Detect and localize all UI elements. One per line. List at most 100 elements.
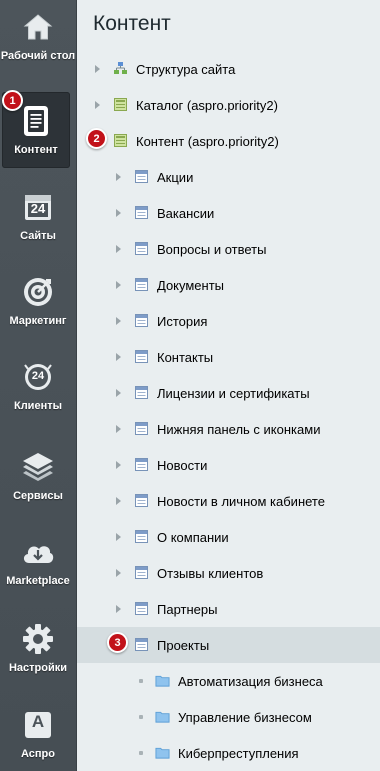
- expand-arrow-icon[interactable]: [116, 425, 121, 433]
- folder-icon: [155, 709, 171, 724]
- tree-item-label: Акции: [157, 170, 194, 185]
- tree-item[interactable]: Документы: [77, 267, 380, 303]
- document-icon: [19, 104, 53, 138]
- folder-icon: [155, 673, 171, 688]
- expand-arrow-icon[interactable]: [116, 281, 121, 289]
- expand-arrow-icon[interactable]: [116, 245, 121, 253]
- calendar-24-icon: 24: [21, 190, 55, 224]
- tree-item[interactable]: Вопросы и ответы: [77, 231, 380, 267]
- tree-item-section[interactable]: Автоматизация бизнеса: [77, 663, 380, 699]
- tree-item[interactable]: Каталог (aspro.priority2): [77, 87, 380, 123]
- tree-item[interactable]: Вакансии: [77, 195, 380, 231]
- gear-icon: [21, 622, 55, 656]
- tree-item-label: Контент (aspro.priority2): [136, 134, 279, 149]
- tree-item[interactable]: Новости в личном кабинете: [77, 483, 380, 519]
- tree-bullet: [139, 715, 143, 719]
- sidebar-item-marketing[interactable]: Маркетинг: [0, 275, 76, 328]
- infoblock-icon: [134, 313, 150, 328]
- expand-arrow-icon[interactable]: [116, 209, 121, 217]
- tree-item[interactable]: Контакты: [77, 339, 380, 375]
- expand-arrow-icon[interactable]: [116, 173, 121, 181]
- tree-item-label: Партнеры: [157, 602, 218, 617]
- target-icon: [21, 275, 55, 309]
- clients-day-text: 24: [31, 370, 45, 382]
- tree-item[interactable]: Нижняя панель с иконками: [77, 411, 380, 447]
- infoblock-icon: [134, 349, 150, 364]
- infoblock-icon: [134, 277, 150, 292]
- tree-item[interactable]: Акции: [77, 159, 380, 195]
- infoblock-icon: [134, 421, 150, 436]
- aspro-letter: A: [31, 712, 45, 731]
- sidebar-item-services[interactable]: Сервисы: [0, 450, 76, 503]
- tree-item-label: Новости в личном кабинете: [157, 494, 325, 509]
- sidebar-item-label: Контент: [14, 144, 58, 156]
- sidebar-item-label: Клиенты: [13, 400, 62, 412]
- tree-item[interactable]: Новости: [77, 447, 380, 483]
- infoblock-icon: [134, 457, 150, 472]
- tree-item[interactable]: О компании: [77, 519, 380, 555]
- content-panel: Контент Структура сайта Каталог (aspro.pr…: [77, 0, 380, 771]
- infoblock-icon: [134, 493, 150, 508]
- page-title: Контент: [93, 12, 171, 35]
- sidebar-item-marketplace[interactable]: Marketplace: [0, 535, 76, 588]
- layers-icon: [21, 450, 55, 484]
- infoblock-icon: [134, 205, 150, 220]
- sidebar-item-clients[interactable]: 24 Клиенты: [0, 360, 76, 413]
- expand-arrow-icon[interactable]: [95, 101, 100, 109]
- infoblock-icon: [134, 529, 150, 544]
- expand-arrow-icon[interactable]: [116, 605, 121, 613]
- tree-item-label: Лицензии и сертификаты: [157, 386, 310, 401]
- expand-arrow-icon[interactable]: [116, 533, 121, 541]
- tree-item[interactable]: История: [77, 303, 380, 339]
- tree-item[interactable]: Партнеры: [77, 591, 380, 627]
- clients-24-icon: 24: [21, 360, 55, 394]
- tree-item[interactable]: Лицензии и сертификаты: [77, 375, 380, 411]
- tree-bullet: [139, 679, 143, 683]
- tree-item-label: Каталог (aspro.priority2): [136, 98, 278, 113]
- callout-badge-2: 2: [86, 128, 107, 149]
- tree-item-label: Проекты: [157, 638, 210, 653]
- sidebar-item-sites[interactable]: 24 Сайты: [0, 190, 76, 243]
- sidebar-item-aspro[interactable]: A Аспро: [0, 708, 76, 761]
- infoblock-icon: [113, 97, 129, 112]
- tree-item-label: Документы: [157, 278, 225, 293]
- tree-item-section[interactable]: Киберпреступления: [77, 735, 380, 771]
- tree-item-label: Вакансии: [157, 206, 215, 221]
- expand-arrow-icon[interactable]: [116, 317, 121, 325]
- infoblock-icon: [134, 637, 150, 652]
- sidebar-item-settings[interactable]: Настройки: [0, 622, 76, 675]
- sidebar-item-desktop[interactable]: Рабочий стол: [0, 10, 76, 63]
- expand-arrow-icon[interactable]: [116, 497, 121, 505]
- infoblock-icon: [134, 385, 150, 400]
- tree-bullet: [139, 751, 143, 755]
- folder-icon: [155, 745, 171, 760]
- sidebar-item-label: Аспро: [21, 748, 55, 760]
- tree-item-section[interactable]: Управление бизнесом: [77, 699, 380, 735]
- expand-arrow-icon[interactable]: [116, 569, 121, 577]
- site-structure-icon: [113, 61, 129, 76]
- calendar-day-text: 24: [30, 201, 46, 216]
- sidebar-item-label: Marketplace: [6, 575, 70, 587]
- tree-item-label: Отзывы клиентов: [157, 566, 264, 581]
- tree-item[interactable]: Отзывы клиентов: [77, 555, 380, 591]
- sidebar-item-label: Настройки: [8, 662, 68, 674]
- callout-badge-1: 1: [2, 90, 23, 111]
- tree-item-label: Новости: [157, 458, 208, 473]
- expand-arrow-icon[interactable]: [95, 65, 100, 73]
- sidebar-item-label: Сайты: [20, 230, 56, 242]
- sidebar-item-label: Сервисы: [13, 490, 63, 502]
- tree-item-label: Киберпреступления: [178, 746, 299, 761]
- sidebar-item-label: Рабочий стол: [0, 50, 76, 62]
- tree-item[interactable]: Контент (aspro.priority2): [77, 123, 380, 159]
- infoblock-icon: [134, 565, 150, 580]
- expand-arrow-icon[interactable]: [116, 389, 121, 397]
- sidebar-item-label: Маркетинг: [9, 315, 67, 327]
- tree-item-label: О компании: [157, 530, 229, 545]
- aspro-a-icon: A: [21, 708, 55, 742]
- expand-arrow-icon[interactable]: [116, 353, 121, 361]
- tree-item[interactable]: Структура сайта: [77, 51, 380, 87]
- tree-item-label: Управление бизнесом: [178, 710, 312, 725]
- callout-badge-3: 3: [107, 632, 128, 653]
- expand-arrow-icon[interactable]: [116, 461, 121, 469]
- tree-item-label: Вопросы и ответы: [157, 242, 267, 257]
